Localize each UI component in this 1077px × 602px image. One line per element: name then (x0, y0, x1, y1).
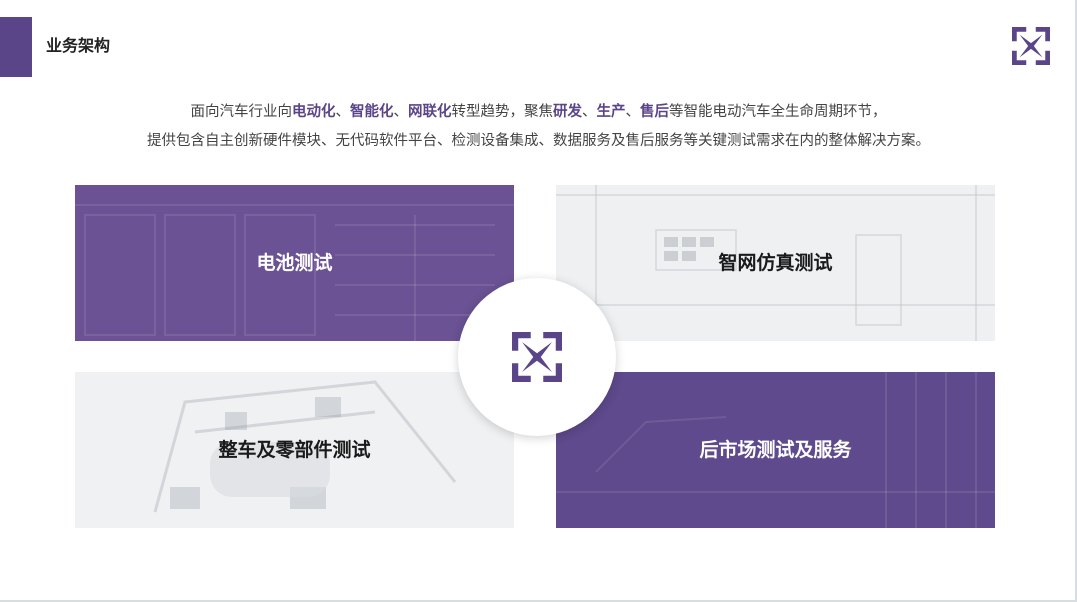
intro-text-segment: 转型趋势，聚焦 (451, 104, 554, 120)
page-title: 业务架构 (46, 36, 111, 55)
tile-label: 整车及零部件测试 (218, 439, 371, 461)
intro-line-1: 面向汽车行业向电动化、智能化、网联化转型趋势，聚焦研发、生产、售后等智能电动汽车… (0, 102, 1077, 122)
intro-text-segment: 等智能电动汽车全生命周期环节， (669, 104, 887, 120)
vehicle-parts-test-tile[interactable]: 整车及零部件测试 (75, 372, 514, 528)
intro-highlight-term: 研发 (553, 104, 582, 120)
intro-highlight-term: 电动化 (292, 104, 336, 120)
intro-text-segment: 、 (393, 104, 409, 120)
intro-text-segment: 、 (582, 104, 597, 120)
intro-highlight-term: 售后 (640, 104, 669, 120)
intro-highlight-term: 智能化 (350, 104, 394, 120)
tile-label: 后市场测试及服务 (699, 439, 852, 461)
tile-label: 电池测试 (256, 252, 333, 274)
intro-text-segment: 面向汽车行业向 (190, 104, 293, 120)
aftermarket-service-tile[interactable]: 后市场测试及服务 (556, 372, 995, 528)
battery-test-tile[interactable]: 电池测试 (75, 185, 514, 341)
title-accent-bar (0, 17, 32, 77)
intro-line-2: 提供包含自主创新硬件模块、无代码软件平台、检测设备集成、数据服务及售后服务等关键… (147, 133, 930, 149)
adas-simulation-test-tile[interactable]: 智网仿真测试 (556, 185, 995, 341)
intro-highlight-term: 网联化 (408, 104, 452, 120)
intro-highlight-term: 生产 (596, 104, 626, 120)
brand-x-logo-icon (512, 332, 562, 382)
tile-label: 智网仿真测试 (718, 252, 833, 274)
brand-x-logo-icon (1012, 27, 1050, 65)
intro-text-segment: 、 (625, 104, 641, 120)
intro-text-segment: 、 (335, 104, 351, 120)
